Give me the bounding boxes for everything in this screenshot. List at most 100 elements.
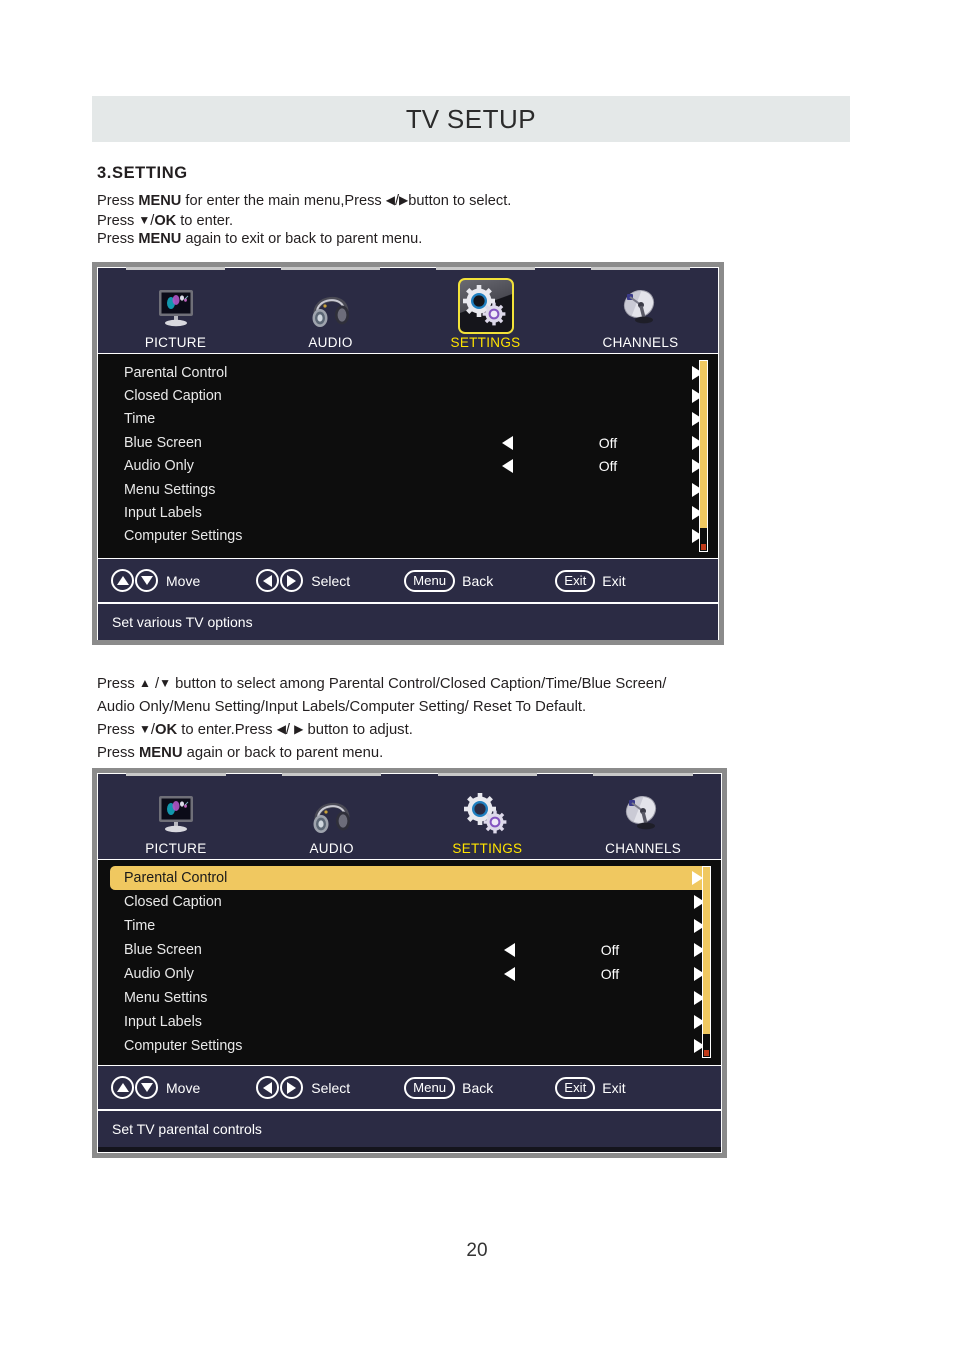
- menu-row-label: Parental Control: [124, 870, 228, 886]
- menu-row-value: Off: [598, 434, 618, 451]
- tab-audio[interactable]: AUDIO: [254, 773, 410, 859]
- menu-row-menu-settings[interactable]: Menu Settings: [98, 478, 718, 501]
- tab-picture-label: PICTURE: [144, 335, 207, 350]
- monitor-icon: [149, 788, 203, 840]
- hint-select: Select: [256, 569, 350, 592]
- tab-picture[interactable]: PICTURE: [98, 773, 254, 859]
- tab-settings[interactable]: SETTINGS: [410, 773, 566, 859]
- osd-description-text: Set various TV options: [112, 614, 253, 630]
- up-button-icon[interactable]: [111, 1076, 134, 1099]
- osd-description-bar-2: Set TV parental controls: [98, 1109, 721, 1147]
- hint-exit-label: Exit: [602, 1079, 626, 1096]
- right-button-icon[interactable]: [280, 569, 304, 592]
- satellite-dish-icon: [616, 788, 670, 840]
- menu-row-audio-only[interactable]: Audio Only Off: [98, 962, 721, 986]
- tab-settings-label: SETTINGS: [450, 335, 521, 350]
- hint-select-label: Select: [311, 1079, 351, 1096]
- tab-audio-label: AUDIO: [308, 335, 353, 350]
- osd-hint-bar-2: Move Select Menu Back Exit Exit: [98, 1065, 721, 1109]
- right-arrow-glyph: ▶: [399, 193, 409, 207]
- left-arrow-glyph: ◀: [385, 193, 395, 207]
- osd-panel-2-inner: PICTURE AUDIO SETTINGS CHANNELS Parental…: [97, 773, 722, 1153]
- tab-channels[interactable]: CHANNELS: [565, 773, 721, 859]
- intro-l2-ok-key: OK: [154, 212, 177, 229]
- scrollbar-end-marker: [704, 1050, 709, 1056]
- menu-row-label: Menu Settins: [124, 990, 208, 1006]
- mid-l4-b: again or back to parent menu.: [182, 744, 384, 761]
- tab-top-marker: [593, 773, 693, 776]
- scrollbar-thumb[interactable]: [703, 867, 710, 1035]
- tab-picture[interactable]: PICTURE: [98, 267, 253, 353]
- menu-scrollbar[interactable]: [702, 866, 711, 1058]
- down-button-icon[interactable]: [135, 569, 158, 592]
- hint-exit: Exit Exit: [555, 569, 626, 592]
- row-left-arrow-icon[interactable]: [502, 435, 513, 450]
- mid-line-3: Press ▼/OK to enter.Press ◀/ ▶ button to…: [97, 718, 887, 742]
- gears-icon: [457, 278, 514, 334]
- intro-line-1: Press MENU for enter the main menu,Press…: [97, 193, 512, 209]
- tab-channels[interactable]: CHANNELS: [563, 267, 718, 353]
- hint-exit-label: Exit: [602, 572, 626, 589]
- tab-top-marker: [590, 267, 691, 270]
- exit-button-icon[interactable]: Exit: [555, 1076, 596, 1099]
- menu-row-closed-caption[interactable]: Closed Caption: [98, 890, 721, 914]
- tab-picture-label: PICTURE: [145, 841, 207, 856]
- left-button-icon[interactable]: [256, 569, 280, 592]
- menu-row-label: Time: [124, 918, 156, 934]
- scrollbar-thumb[interactable]: [700, 361, 707, 529]
- osd-tabbar-2: PICTURE AUDIO SETTINGS CHANNELS: [98, 773, 721, 860]
- menu-row-parental-control-selected[interactable]: Parental Control: [110, 866, 709, 890]
- menu-row-input-labels[interactable]: Input Labels: [98, 501, 718, 524]
- intro-line-3: Press MENU again to exit or back to pare…: [97, 230, 857, 249]
- page-header-band: TV SETUP: [92, 96, 850, 142]
- menu-row-menu-settings[interactable]: Menu Settins: [98, 986, 721, 1010]
- hint-move: Move: [111, 569, 200, 592]
- row-left-arrow-icon[interactable]: [504, 943, 515, 957]
- menu-row-parental-control[interactable]: Parental Control: [98, 361, 718, 384]
- left-button-icon[interactable]: [256, 1076, 280, 1099]
- hint-back-label: Back: [462, 1079, 494, 1096]
- menu-scrollbar[interactable]: [699, 360, 708, 552]
- hint-select-label: Select: [311, 572, 351, 589]
- menu-row-audio-only[interactable]: Audio Only Off: [98, 455, 718, 478]
- exit-button-icon[interactable]: Exit: [555, 569, 596, 592]
- right-button-icon[interactable]: [280, 1076, 304, 1099]
- up-button-icon[interactable]: [111, 569, 134, 592]
- menu-row-blue-screen[interactable]: Blue Screen Off: [98, 938, 721, 962]
- hint-back: Menu Back: [404, 569, 493, 592]
- menu-row-label: Closed Caption: [124, 388, 222, 405]
- osd-panel-parental: PICTURE AUDIO SETTINGS CHANNELS Parental…: [92, 768, 727, 1158]
- tab-audio[interactable]: AUDIO: [253, 267, 408, 353]
- exit-button-label: Exit: [564, 1079, 587, 1095]
- menu-button-icon[interactable]: Menu: [404, 1076, 456, 1099]
- menu-row-time[interactable]: Time: [98, 914, 721, 938]
- mid-l4-a: Press: [97, 744, 139, 761]
- menu-row-input-labels[interactable]: Input Labels: [98, 1010, 721, 1034]
- mid-line-2: Audio Only/Menu Setting/Input Labels/Com…: [97, 698, 587, 715]
- intro-l2-a: Press: [97, 212, 139, 229]
- tab-channels-label: CHANNELS: [602, 335, 679, 350]
- down-arrow-glyph: ▼: [138, 722, 151, 736]
- row-left-arrow-icon[interactable]: [502, 459, 513, 474]
- menu-row-label: Audio Only: [124, 458, 194, 475]
- menu-row-computer-settings[interactable]: Computer Settings: [98, 1034, 721, 1058]
- mid-l1-a: Press: [97, 676, 139, 692]
- menu-row-closed-caption[interactable]: Closed Caption: [98, 384, 718, 407]
- intro-l3-b: again to exit or back to parent menu.: [181, 231, 423, 248]
- left-arrow-glyph: ◀: [276, 722, 286, 736]
- down-button-icon[interactable]: [135, 1076, 158, 1099]
- settings-menu-list-1: Parental Control Closed Caption Time Blu…: [98, 354, 718, 558]
- menu-button-icon[interactable]: Menu: [404, 569, 456, 592]
- menu-row-computer-settings[interactable]: Computer Settings: [98, 525, 718, 548]
- menu-row-blue-screen[interactable]: Blue Screen Off: [98, 431, 718, 454]
- menu-row-time[interactable]: Time: [98, 408, 718, 431]
- mid-line-1: Press ▲ /▼ button to select among Parent…: [97, 672, 887, 696]
- menu-row-label: Blue Screen: [124, 434, 202, 451]
- page-number: 20: [466, 1240, 488, 1261]
- row-left-arrow-icon[interactable]: [504, 967, 515, 981]
- tab-top-marker: [280, 267, 381, 270]
- intro-l1-menu-key: MENU: [138, 193, 182, 209]
- right-arrow-glyph: ▶: [294, 722, 304, 736]
- tab-settings[interactable]: SETTINGS: [408, 267, 563, 353]
- intro-line-2: Press ▼/OK to enter.: [97, 212, 233, 229]
